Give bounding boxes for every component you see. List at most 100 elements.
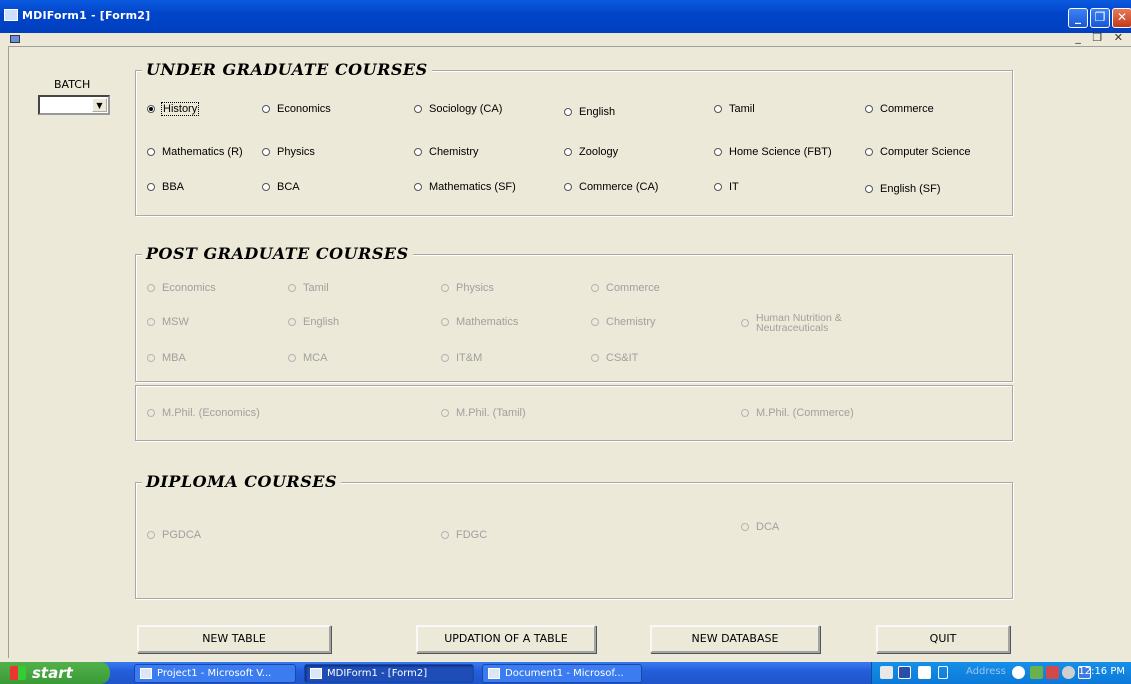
globe-icon: [1062, 666, 1075, 679]
radio-icon: [288, 354, 296, 362]
radio-icon: [591, 318, 599, 326]
radio-pg-english: English: [288, 316, 339, 328]
radio-ug-tamil[interactable]: Tamil: [714, 103, 755, 115]
radio-pg-human-nutrition: Human Nutrition & Neutraceuticals: [741, 313, 842, 333]
radio-icon: [714, 105, 722, 113]
radio-icon: [147, 354, 155, 362]
form-window-icon: [310, 668, 322, 679]
radio-icon: [441, 318, 449, 326]
radio-icon: [147, 148, 155, 156]
chevron-down-icon[interactable]: ▼: [92, 98, 107, 112]
taskbar: start Project1 - Microsoft V... MDIForm1…: [0, 662, 1131, 684]
radio-pg-tamil: Tamil: [288, 282, 329, 294]
radio-icon: [147, 409, 155, 417]
radio-mphil-economics: M.Phil. (Economics): [147, 407, 260, 419]
help-icon[interactable]: [918, 666, 931, 679]
radio-icon: [865, 185, 873, 193]
radio-icon: [714, 183, 722, 191]
radio-icon: [414, 183, 422, 191]
radio-ug-economics[interactable]: Economics: [262, 103, 331, 115]
taskbar-item-document1[interactable]: Document1 - Microsof...: [482, 664, 642, 683]
radio-ug-sociology-ca[interactable]: Sociology (CA): [414, 103, 502, 115]
radio-icon: [441, 409, 449, 417]
batch-combobox[interactable]: ▼: [38, 95, 110, 115]
radio-ug-commerce-ca[interactable]: Commerce (CA): [564, 181, 658, 193]
windows-logo-icon: [10, 666, 26, 680]
radio-icon: [262, 148, 270, 156]
clock: 12:16 PM: [1078, 666, 1125, 677]
radio-ug-english-sf[interactable]: English (SF): [865, 183, 941, 195]
pg-courses-legend: POST GRADUATE COURSES: [142, 244, 413, 263]
radio-ug-commerce[interactable]: Commerce: [865, 103, 934, 115]
radio-mphil-commerce: M.Phil. (Commerce): [741, 407, 854, 419]
minimize-button[interactable]: _: [1068, 8, 1088, 28]
radio-icon: [414, 105, 422, 113]
radio-pg-msw: MSW: [147, 316, 189, 328]
radio-icon: [441, 284, 449, 292]
radio-diploma-pgdca: PGDCA: [147, 529, 201, 541]
radio-icon: [147, 284, 155, 292]
radio-pg-mba: MBA: [147, 352, 186, 364]
radio-pg-mca: MCA: [288, 352, 327, 364]
radio-icon: [564, 148, 572, 156]
radio-diploma-fdgc: FDGC: [441, 529, 487, 541]
radio-ug-bba[interactable]: BBA: [147, 181, 184, 193]
pg-courses-frame: [135, 254, 1013, 382]
keyboard-icon[interactable]: [898, 666, 911, 679]
radio-icon: [288, 284, 296, 292]
new-table-button[interactable]: NEW TABLE: [137, 625, 331, 653]
radio-icon: [714, 148, 722, 156]
updation-of-table-button[interactable]: UPDATION OF A TABLE: [416, 625, 596, 653]
new-database-button[interactable]: NEW DATABASE: [650, 625, 820, 653]
radio-ug-english[interactable]: English: [564, 106, 615, 118]
diploma-courses-legend: DIPLOMA COURSES: [142, 472, 341, 491]
radio-ug-chemistry[interactable]: Chemistry: [414, 146, 479, 158]
radio-icon: [564, 108, 572, 116]
mdi-menu-bar: _ ❐ ✕: [0, 31, 1131, 45]
radio-ug-history[interactable]: History: [147, 102, 200, 116]
radio-ug-mathematics-r[interactable]: Mathematics (R): [147, 146, 243, 158]
radio-ug-bca[interactable]: BCA: [262, 181, 300, 193]
radio-ug-home-science[interactable]: Home Science (FBT): [714, 146, 832, 158]
radio-diploma-dca: DCA: [741, 521, 779, 533]
radio-selected-icon: [147, 105, 155, 113]
start-button[interactable]: start: [0, 662, 110, 684]
radio-ug-mathematics-sf[interactable]: Mathematics (SF): [414, 181, 516, 193]
close-button[interactable]: ✕: [1112, 8, 1131, 28]
restore-button[interactable]: ❐: [1090, 8, 1110, 28]
radio-pg-chemistry: Chemistry: [591, 316, 656, 328]
radio-ug-it[interactable]: IT: [714, 181, 739, 193]
radio-pg-itm: IT&M: [441, 352, 482, 364]
mphil-frame: [135, 385, 1013, 441]
radio-icon: [741, 409, 749, 417]
quit-button[interactable]: QUIT: [876, 625, 1010, 653]
taskbar-item-mdiform1[interactable]: MDIForm1 - [Form2]: [304, 664, 474, 683]
radio-mphil-tamil: M.Phil. (Tamil): [441, 407, 526, 419]
back-arrow-icon[interactable]: [1012, 666, 1025, 679]
radio-icon: [591, 284, 599, 292]
radio-pg-mathematics: Mathematics: [441, 316, 518, 328]
radio-icon: [564, 183, 572, 191]
network-icon: [1030, 666, 1043, 679]
batch-label: BATCH: [54, 78, 91, 91]
radio-ug-physics[interactable]: Physics: [262, 146, 315, 158]
diploma-courses-frame: [135, 482, 1013, 599]
radio-icon: [147, 531, 155, 539]
pen-icon[interactable]: [880, 666, 893, 679]
radio-ug-zoology[interactable]: Zoology: [564, 146, 618, 158]
mdi-child-controls[interactable]: _ ❐ ✕: [1075, 31, 1127, 44]
child-system-icon[interactable]: [10, 35, 20, 43]
security-icon: [1046, 666, 1059, 679]
vb-project-icon: [140, 668, 152, 679]
restore-icon[interactable]: [938, 666, 948, 679]
radio-icon: [591, 354, 599, 362]
radio-icon: [147, 183, 155, 191]
word-document-icon: [488, 668, 500, 679]
radio-icon: [441, 354, 449, 362]
radio-pg-economics: Economics: [147, 282, 216, 294]
taskbar-item-project1[interactable]: Project1 - Microsoft V...: [134, 664, 296, 683]
radio-ug-computer-science[interactable]: Computer Science: [865, 146, 971, 158]
radio-icon: [865, 105, 873, 113]
radio-icon: [865, 148, 873, 156]
radio-icon: [288, 318, 296, 326]
